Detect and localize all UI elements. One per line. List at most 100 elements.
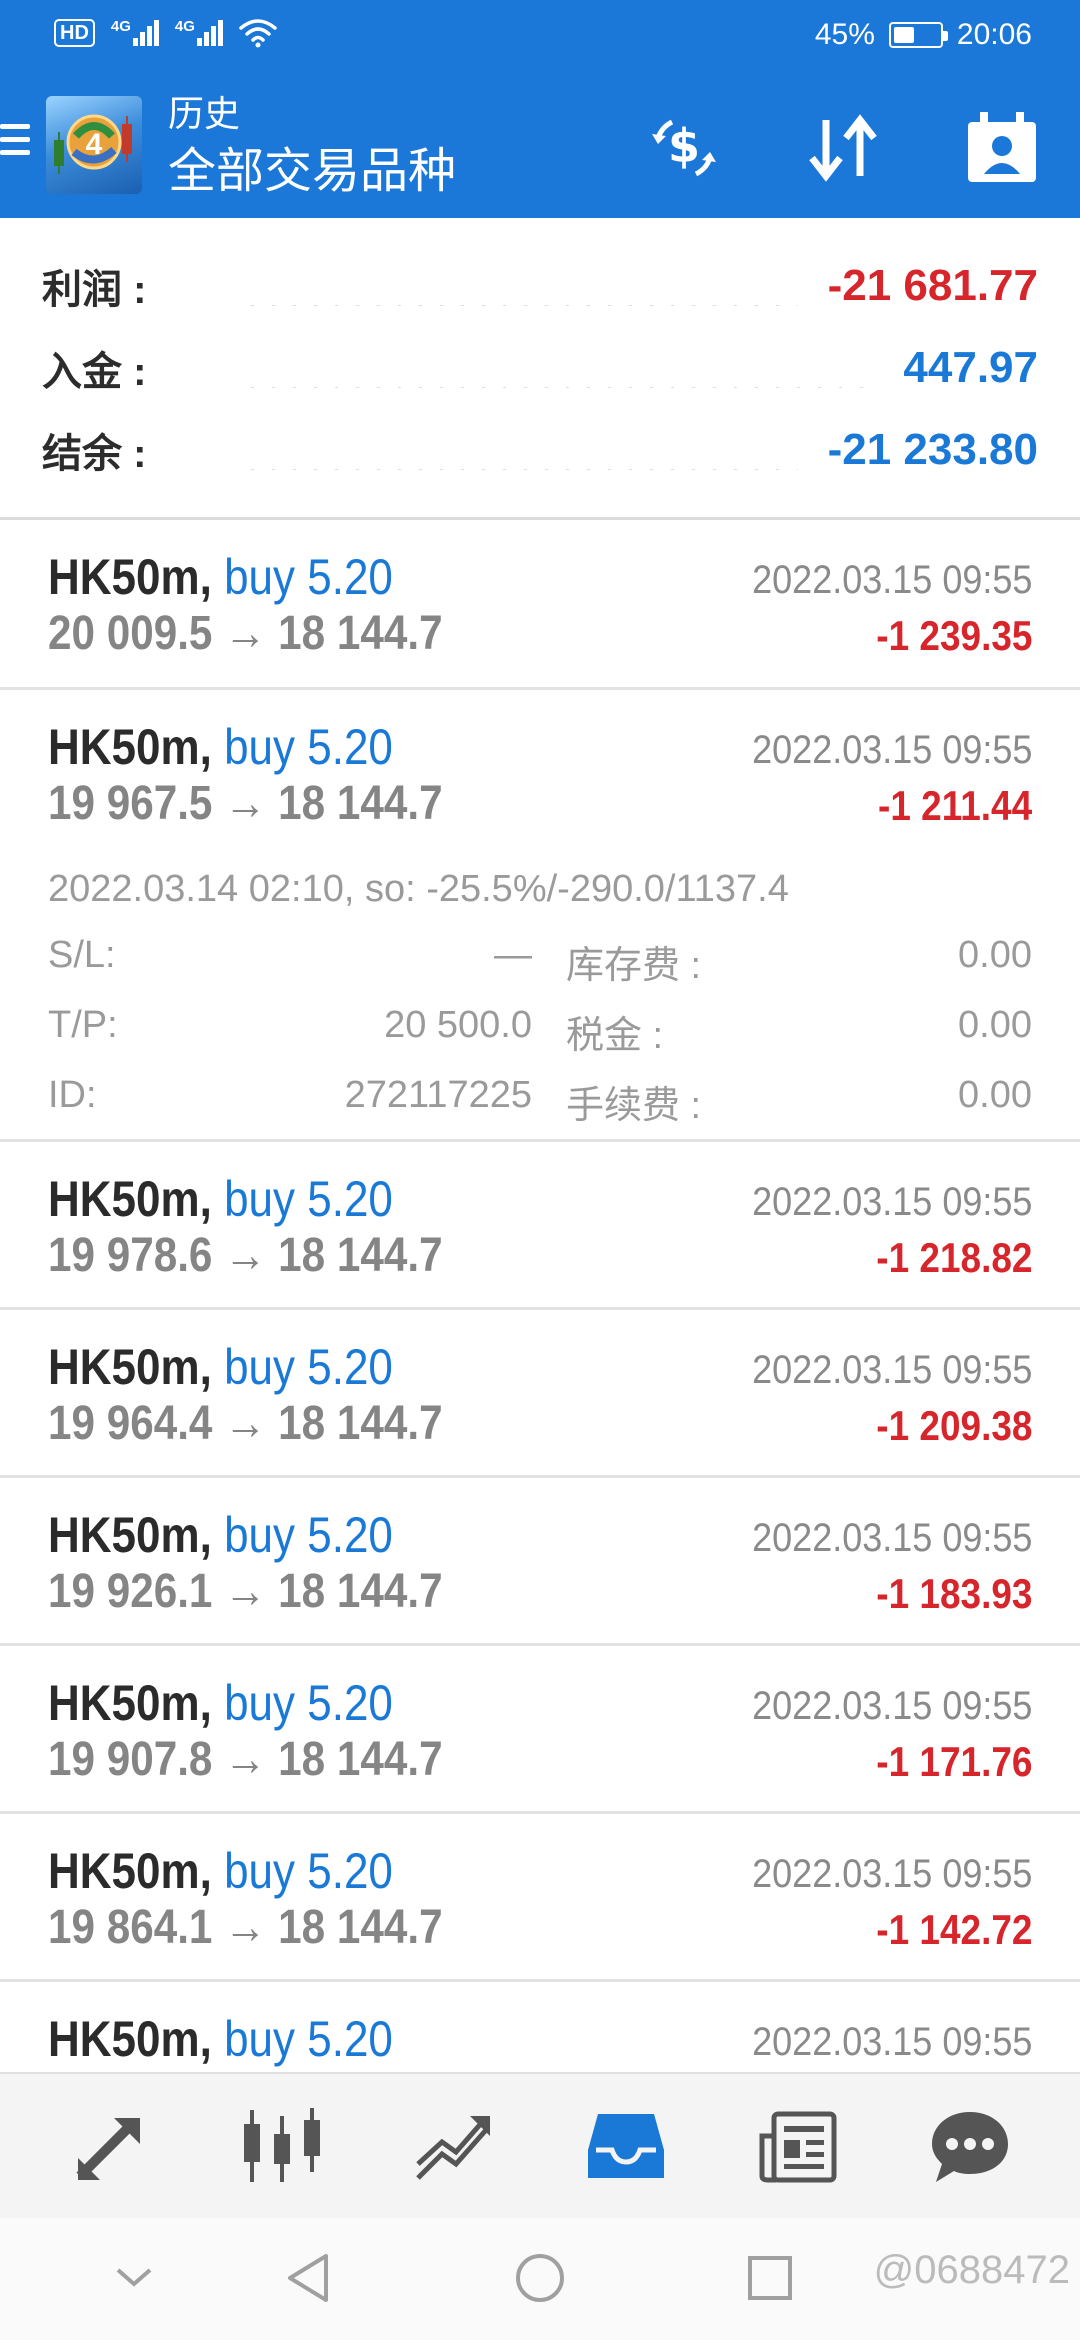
deal-prices: 19 978.6 → 18 144.7 — [48, 1229, 443, 1282]
deal-symbol: HK50m, buy 5.20 — [48, 548, 393, 606]
wifi-icon — [239, 19, 277, 48]
deal-profit: -1 171.76 — [875, 1738, 1032, 1785]
quotes-icon[interactable] — [60, 2096, 160, 2196]
watermark: @0688472 — [873, 2248, 1070, 2292]
swap-label: 库存费 : — [566, 945, 702, 987]
deal-item[interactable]: HK50m, buy 5.20 2022.03.15 09:55 20 009.… — [0, 520, 1080, 690]
trade-icon[interactable] — [404, 2096, 504, 2196]
network-type-label-2: 4G — [174, 18, 195, 35]
balance-row: 结余 : -21 233.80 — [42, 420, 1038, 480]
tax-label: 税金 : — [566, 1015, 664, 1057]
chat-icon[interactable] — [920, 2096, 1020, 2196]
deal-prices: 19 926.1 → 18 144.7 — [48, 1565, 443, 1618]
profit-value: -21 681.77 — [827, 261, 1038, 310]
deal-prices: 19 964.4 → 18 144.7 — [48, 1397, 443, 1450]
deal-time: 2022.03.15 09:55 — [751, 558, 1032, 602]
signal-icon-2: 4G — [174, 18, 223, 46]
deal-type: buy 5.20 — [224, 1171, 393, 1227]
symbol-name: HK50m, — [48, 1171, 212, 1227]
summary-panel: 利润 : -21 681.77 入金 : 447.97 结余 : -21 233… — [0, 218, 1080, 520]
swap-value: 0.00 — [958, 934, 1032, 976]
battery-percent: 45% — [814, 18, 875, 51]
sl-value: — — [494, 934, 532, 976]
deal-time: 2022.03.15 09:55 — [751, 1516, 1032, 1560]
deal-type: buy 5.20 — [224, 1675, 393, 1731]
collapse-icon[interactable] — [104, 2248, 164, 2308]
fee-value: 0.00 — [958, 1074, 1032, 1116]
deal-item[interactable]: HK50m, buy 5.20 2022.03.15 09:55 19 978.… — [0, 1142, 1080, 1310]
deal-time: 2022.03.15 09:55 — [751, 1684, 1032, 1728]
sl-label: S/L: — [48, 934, 116, 976]
deal-symbol: HK50m, buy 5.20 — [48, 1506, 393, 1564]
deal-profit: -1 239.35 — [875, 612, 1032, 659]
tp-label: T/P: — [48, 1004, 118, 1046]
hd-badge: HD — [54, 19, 95, 47]
deal-time: 2022.03.15 09:55 — [751, 1852, 1032, 1896]
deal-prices: 19 864.1 → 18 144.7 — [48, 1901, 443, 1954]
symbol-name: HK50m, — [48, 1339, 212, 1395]
deal-symbol: HK50m, buy 5.20 — [48, 1338, 393, 1396]
deal-item[interactable]: HK50m, buy 5.20 2022.03.15 09:55 19 864.… — [0, 1814, 1080, 1982]
bottom-nav — [0, 2072, 1080, 2218]
deal-profit: -1 211.44 — [877, 782, 1032, 829]
deal-time: 2022.03.15 09:55 — [751, 1180, 1032, 1224]
top-bar: HD 4G 4G 45% 20:06 4 历史 全部交易品种 $ — [0, 0, 1080, 218]
deposit-label: 入金 : — [42, 350, 147, 394]
deal-time: 2022.03.15 09:55 — [751, 1348, 1032, 1392]
deal-item[interactable]: HK50m, buy 5.20 2022.03.15 09:55 19 907.… — [0, 1646, 1080, 1814]
deal-type: buy 5.20 — [224, 1843, 393, 1899]
deal-time: 2022.03.15 09:55 — [751, 2020, 1032, 2064]
deal-symbol: HK50m, buy 5.20 — [48, 1170, 393, 1228]
id-label: ID: — [48, 1074, 97, 1116]
balance-label: 结余 : — [42, 432, 147, 476]
deal-item[interactable]: HK50m, buy 5.20 2022.03.15 09:55 — [0, 1982, 1080, 2072]
detail-row-id: ID: 272117225 手续费 : 0.00 — [48, 1074, 1032, 1127]
symbol-name: HK50m, — [48, 549, 212, 605]
deal-type: buy 5.20 — [224, 549, 393, 605]
sort-icon[interactable] — [804, 108, 884, 188]
currency-exchange-icon[interactable]: $ — [644, 108, 724, 188]
recents-icon[interactable] — [740, 2248, 800, 2308]
history-icon[interactable] — [576, 2096, 676, 2196]
deal-item-expanded[interactable]: HK50m, buy 5.20 2022.03.15 09:55 19 967.… — [0, 690, 1080, 1142]
deal-symbol: HK50m, buy 5.20 — [48, 718, 393, 776]
deal-item[interactable]: HK50m, buy 5.20 2022.03.15 09:55 19 926.… — [0, 1478, 1080, 1646]
deal-profit: -1 183.93 — [875, 1570, 1032, 1617]
svg-text:$: $ — [668, 119, 700, 173]
tp-value: 20 500.0 — [384, 1004, 532, 1046]
deal-profit: -1 209.38 — [875, 1402, 1032, 1449]
svg-text:4: 4 — [86, 128, 103, 161]
open-info: 2022.03.14 02:10, so: -25.5%/-290.0/1137… — [48, 868, 789, 910]
back-icon[interactable] — [280, 2248, 340, 2308]
menu-icon[interactable] — [0, 124, 30, 162]
home-icon[interactable] — [510, 2248, 570, 2308]
deal-type: buy 5.20 — [224, 1507, 393, 1563]
deal-symbol: HK50m, buy 5.20 — [48, 1674, 393, 1732]
detail-row-tp: T/P: 20 500.0 税金 : 0.00 — [48, 1004, 1032, 1057]
profit-label: 利润 : — [42, 268, 147, 312]
deal-item[interactable]: HK50m, buy 5.20 2022.03.15 09:55 19 964.… — [0, 1310, 1080, 1478]
battery-icon — [888, 22, 948, 48]
deposit-value: 447.97 — [903, 343, 1038, 392]
news-icon[interactable] — [748, 2096, 848, 2196]
deposit-row: 入金 : 447.97 — [42, 338, 1038, 398]
network-type-label: 4G — [110, 18, 131, 35]
deal-symbol: HK50m, buy 5.20 — [48, 1842, 393, 1900]
deal-type: buy 5.20 — [224, 719, 393, 775]
chart-icon[interactable] — [232, 2096, 332, 2196]
symbol-filter[interactable]: 全部交易品种 — [168, 142, 456, 202]
signal-icon: 4G — [110, 18, 159, 46]
calendar-person-icon[interactable] — [962, 108, 1042, 188]
symbol-name: HK50m, — [48, 1843, 212, 1899]
symbol-name: HK50m, — [48, 1675, 212, 1731]
fee-label: 手续费 : — [566, 1085, 702, 1127]
deal-type: buy 5.20 — [224, 1339, 393, 1395]
status-bar: HD 4G 4G 45% 20:06 — [0, 0, 1080, 72]
id-value: 272117225 — [344, 1074, 532, 1116]
deal-time: 2022.03.15 09:55 — [751, 728, 1032, 772]
system-nav-bar: @0688472 — [0, 2218, 1080, 2340]
deal-prices: 20 009.5 → 18 144.7 — [48, 607, 443, 660]
symbol-name: HK50m, — [48, 719, 212, 775]
deal-symbol: HK50m, buy 5.20 — [48, 2010, 393, 2068]
app-logo: 4 — [46, 96, 142, 194]
